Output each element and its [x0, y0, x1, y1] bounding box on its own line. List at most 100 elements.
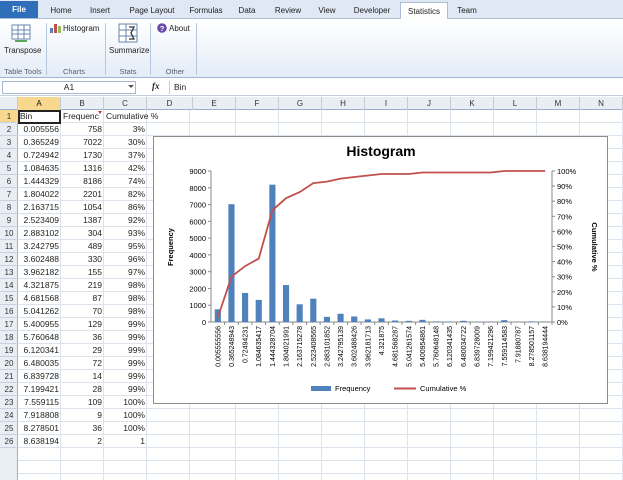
table-cell-frequency[interactable]: 2: [61, 435, 104, 448]
tab-formulas[interactable]: Formulas: [184, 2, 228, 19]
table-cell-frequency[interactable]: 36: [61, 422, 104, 435]
table-cell-cumulative[interactable]: 99%: [104, 318, 147, 331]
table-cell-frequency[interactable]: 109: [61, 396, 104, 409]
table-cell-bin[interactable]: 0.724942: [18, 149, 61, 162]
tab-data[interactable]: Data: [230, 2, 264, 19]
column-header-g[interactable]: G: [279, 97, 322, 110]
table-cell-frequency[interactable]: 28: [61, 383, 104, 396]
name-box[interactable]: A1: [2, 81, 136, 94]
histogram-button[interactable]: Histogram: [63, 24, 99, 33]
table-cell-frequency[interactable]: 1387: [61, 214, 104, 227]
table-cell-cumulative[interactable]: 98%: [104, 305, 147, 318]
table-cell-frequency[interactable]: 1316: [61, 162, 104, 175]
tab-statistics[interactable]: Statistics: [400, 2, 448, 20]
table-cell-cumulative[interactable]: 99%: [104, 370, 147, 383]
table-cell-frequency[interactable]: 87: [61, 292, 104, 305]
row-header[interactable]: 16: [0, 305, 18, 318]
select-all-corner[interactable]: [0, 97, 18, 110]
row-header[interactable]: 25: [0, 422, 18, 435]
formula-input[interactable]: Bin: [169, 81, 621, 94]
row-header[interactable]: 2: [0, 123, 18, 136]
table-cell-bin[interactable]: 2.163715: [18, 201, 61, 214]
table-cell-frequency[interactable]: 70: [61, 305, 104, 318]
table-cell-bin[interactable]: 6.839728: [18, 370, 61, 383]
table-cell-bin[interactable]: 7.199421: [18, 383, 61, 396]
table-cell-bin[interactable]: 1.804022: [18, 188, 61, 201]
tab-developer[interactable]: Developer: [346, 2, 398, 19]
table-cell-frequency[interactable]: 219: [61, 279, 104, 292]
active-cell-a1[interactable]: [18, 110, 61, 124]
insert-function-icon[interactable]: fx: [152, 81, 160, 91]
table-cell-bin[interactable]: 3.962182: [18, 266, 61, 279]
summarize-icon[interactable]: [117, 22, 139, 44]
table-cell-cumulative[interactable]: 74%: [104, 175, 147, 188]
row-header[interactable]: 17: [0, 318, 18, 331]
table-cell-bin[interactable]: 6.120341: [18, 344, 61, 357]
row-header[interactable]: 8: [0, 201, 18, 214]
header-cell-cumulative[interactable]: Cumulative %: [104, 110, 166, 123]
table-cell-frequency[interactable]: 7022: [61, 136, 104, 149]
column-header-j[interactable]: J: [408, 97, 451, 110]
table-cell-cumulative[interactable]: 100%: [104, 409, 147, 422]
tab-view[interactable]: View: [311, 2, 343, 19]
column-header-l[interactable]: L: [494, 97, 537, 110]
column-header-i[interactable]: I: [365, 97, 408, 110]
table-cell-cumulative[interactable]: 37%: [104, 149, 147, 162]
row-header[interactable]: 13: [0, 266, 18, 279]
tab-page-layout[interactable]: Page Layout: [122, 2, 182, 19]
table-cell-frequency[interactable]: 14: [61, 370, 104, 383]
table-cell-frequency[interactable]: 155: [61, 266, 104, 279]
histogram-chart[interactable]: Histogram Frequency Cumulative % 0 1000 20…: [153, 136, 608, 404]
column-header-a[interactable]: A: [18, 97, 61, 110]
table-cell-frequency[interactable]: 29: [61, 344, 104, 357]
row-header[interactable]: 23: [0, 396, 18, 409]
tab-review[interactable]: Review: [268, 2, 308, 19]
row-header[interactable]: 14: [0, 279, 18, 292]
row-header[interactable]: 26: [0, 435, 18, 448]
help-icon[interactable]: ?: [157, 23, 167, 33]
table-cell-bin[interactable]: 6.480035: [18, 357, 61, 370]
row-header[interactable]: 3: [0, 136, 18, 149]
transpose-button[interactable]: Transpose: [4, 46, 42, 55]
table-cell-cumulative[interactable]: 99%: [104, 357, 147, 370]
table-cell-frequency[interactable]: 129: [61, 318, 104, 331]
table-cell-frequency[interactable]: 36: [61, 331, 104, 344]
table-cell-bin[interactable]: 1.084635: [18, 162, 61, 175]
column-header-n[interactable]: N: [580, 97, 623, 110]
table-cell-bin[interactable]: 1.444329: [18, 175, 61, 188]
row-header[interactable]: 10: [0, 227, 18, 240]
table-cell-cumulative[interactable]: 86%: [104, 201, 147, 214]
table-cell-frequency[interactable]: 304: [61, 227, 104, 240]
table-cell-frequency[interactable]: 489: [61, 240, 104, 253]
column-header-f[interactable]: F: [236, 97, 279, 110]
table-cell-bin[interactable]: 4.321875: [18, 279, 61, 292]
row-header[interactable]: 15: [0, 292, 18, 305]
column-header-h[interactable]: H: [322, 97, 365, 110]
tab-team[interactable]: Team: [450, 2, 484, 19]
name-box-dropdown-icon[interactable]: [128, 85, 134, 88]
table-cell-cumulative[interactable]: 96%: [104, 253, 147, 266]
table-cell-bin[interactable]: 2.883102: [18, 227, 61, 240]
table-cell-cumulative[interactable]: 42%: [104, 162, 147, 175]
table-cell-cumulative[interactable]: 82%: [104, 188, 147, 201]
summarize-button[interactable]: Summarize: [109, 46, 149, 55]
table-cell-frequency[interactable]: 9: [61, 409, 104, 422]
column-header-k[interactable]: K: [451, 97, 494, 110]
tab-file[interactable]: File: [0, 1, 38, 18]
column-header-d[interactable]: D: [147, 97, 193, 110]
table-cell-bin[interactable]: 0.365249: [18, 136, 61, 149]
about-button[interactable]: About: [169, 24, 190, 33]
column-header-c[interactable]: C: [104, 97, 147, 110]
table-cell-bin[interactable]: 5.400955: [18, 318, 61, 331]
table-cell-cumulative[interactable]: 92%: [104, 214, 147, 227]
table-cell-bin[interactable]: 2.523409: [18, 214, 61, 227]
row-header[interactable]: 4: [0, 149, 18, 162]
table-cell-cumulative[interactable]: 100%: [104, 396, 147, 409]
table-cell-frequency[interactable]: 8186: [61, 175, 104, 188]
table-cell-cumulative[interactable]: 100%: [104, 422, 147, 435]
column-header-b[interactable]: B: [61, 97, 104, 110]
row-header[interactable]: 20: [0, 357, 18, 370]
table-cell-bin[interactable]: 5.041262: [18, 305, 61, 318]
row-header[interactable]: 6: [0, 175, 18, 188]
table-cell-frequency[interactable]: 758: [61, 123, 104, 136]
